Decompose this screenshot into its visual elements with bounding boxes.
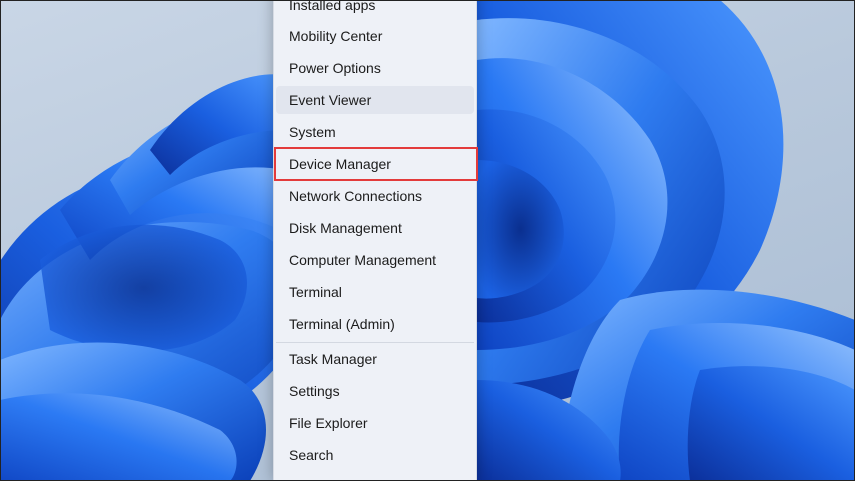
menu-item-task-manager[interactable]: Task Manager [276, 345, 474, 373]
menu-item-mobility-center[interactable]: Mobility Center [276, 22, 474, 50]
menu-item-power-options[interactable]: Power Options [276, 54, 474, 82]
menu-item-device-manager[interactable]: Device Manager [274, 147, 478, 181]
menu-item-disk-management[interactable]: Disk Management [276, 214, 474, 242]
menu-item-terminal[interactable]: Terminal [276, 278, 474, 306]
menu-item-network-connections[interactable]: Network Connections [276, 182, 474, 210]
power-user-menu: Installed apps Mobility Center Power Optio… [273, 0, 478, 481]
menu-item-computer-management[interactable]: Computer Management [276, 246, 474, 274]
menu-item-search[interactable]: Search [276, 441, 474, 469]
menu-item-event-viewer[interactable]: Event Viewer [276, 86, 474, 114]
menu-separator [276, 342, 474, 343]
menu-item-file-explorer[interactable]: File Explorer [276, 409, 474, 437]
desktop: Installed apps Mobility Center Power Optio… [0, 0, 855, 481]
menu-item-system[interactable]: System [276, 118, 474, 146]
menu-item-terminal-admin[interactable]: Terminal (Admin) [276, 310, 474, 338]
menu-item-installed-apps[interactable]: Installed apps [276, 0, 474, 19]
menu-item-settings[interactable]: Settings [276, 377, 474, 405]
